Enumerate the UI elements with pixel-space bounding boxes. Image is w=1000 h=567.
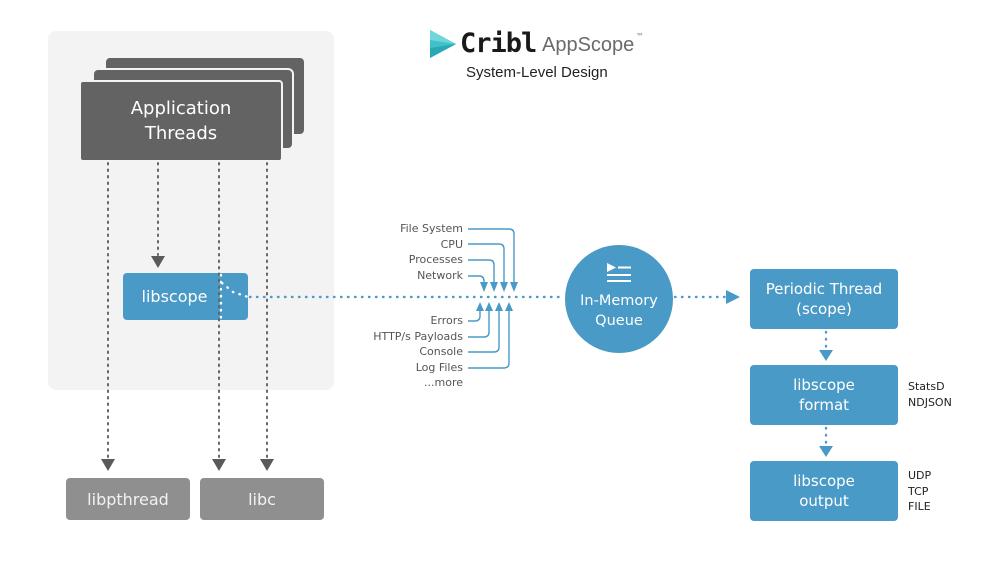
arrow-to-libpthread: [101, 459, 115, 471]
input-label-more: ...more: [424, 376, 463, 390]
queue-line1: In-Memory: [580, 293, 658, 309]
format-note-statsd: StatsD: [908, 380, 945, 393]
output-note-file: FILE: [908, 500, 931, 513]
input-labels-bottom: Errors HTTP/s Payloads Console Log Files…: [353, 313, 463, 391]
arrow-to-output: [819, 446, 833, 457]
queue-icon: [607, 263, 631, 282]
input-label-http-payloads: HTTP/s Payloads: [373, 329, 463, 343]
input-arrow-errors: [476, 302, 484, 311]
periodic-line1: Periodic Thread: [765, 280, 883, 298]
input-label-processes: Processes: [408, 253, 463, 267]
input-arrow-file-system: [510, 282, 518, 292]
output-notes: UDP TCP FILE: [908, 468, 931, 515]
in-memory-queue: In-Memory Queue: [565, 245, 673, 353]
input-arrow-cpu: [500, 282, 508, 292]
input-label-errors: Errors: [430, 314, 463, 327]
libscope-output-box: libscope output: [750, 461, 898, 521]
output-note-tcp: TCP: [908, 484, 929, 498]
arrow-to-libscope: [151, 256, 165, 268]
input-arrow-log-files: [505, 302, 513, 311]
input-arrow-http: [485, 302, 493, 311]
libscope-format-box: libscope format: [750, 365, 898, 425]
queue-line2: Queue: [595, 313, 643, 329]
format-line1: libscope: [793, 376, 855, 394]
output-note-udp: UDP: [908, 469, 932, 482]
input-label-file-system: File System: [400, 222, 463, 235]
input-label-console: Console: [419, 345, 463, 359]
input-arrow-processes: [490, 282, 498, 292]
output-line1: libscope: [793, 472, 855, 490]
arrow-to-periodic: [726, 290, 740, 304]
input-label-log-files: Log Files: [415, 360, 463, 374]
arrow-to-format: [819, 350, 833, 361]
input-line-console: [468, 310, 500, 353]
arrow-to-libc-2: [260, 459, 274, 471]
input-line-http: [468, 310, 490, 338]
input-labels-top: File System CPU Processes Network: [353, 221, 463, 283]
periodic-thread-box: Periodic Thread (scope): [750, 269, 898, 329]
format-line2: format: [798, 396, 850, 414]
periodic-line2: (scope): [796, 300, 852, 318]
output-line2: output: [799, 492, 849, 510]
input-line-errors: [468, 310, 481, 322]
input-arrow-network: [480, 282, 488, 292]
input-label-network: Network: [417, 268, 463, 282]
libscope-inner-tail: [220, 281, 250, 299]
input-line-processes: [468, 259, 495, 282]
input-line-file-system: [468, 228, 515, 282]
format-note-ndjson: NDJSON: [908, 395, 952, 409]
input-line-network: [468, 275, 485, 282]
input-label-cpu: CPU: [440, 237, 463, 251]
format-notes: StatsD NDJSON: [908, 379, 952, 410]
arrow-to-libc-1: [212, 459, 226, 471]
input-arrow-console: [495, 302, 503, 311]
